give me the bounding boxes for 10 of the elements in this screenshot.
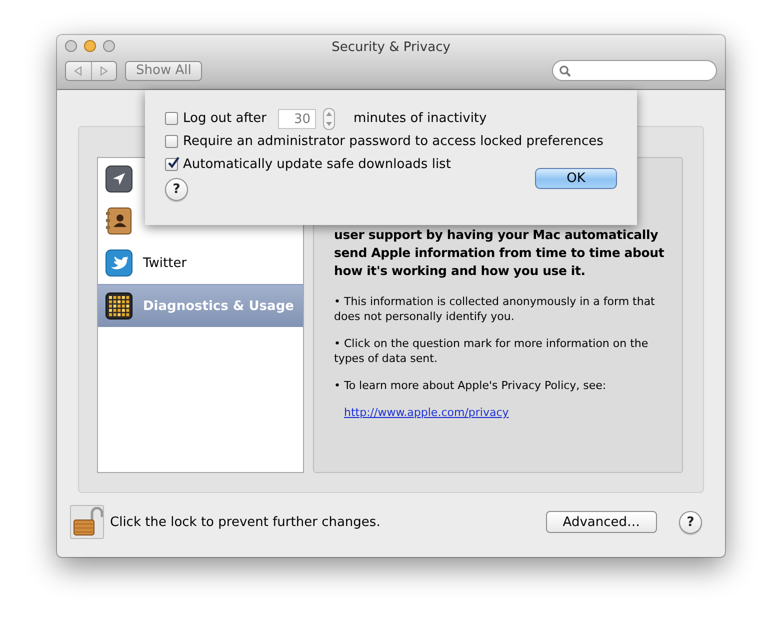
description-text: user support by having your Mac automatically send Apple information from time to time about how it's working and how you use it.: [334, 226, 666, 280]
option-label: Automatically update safe downloads list: [183, 157, 451, 172]
option-label: Require an administrator password to access locked preferences: [183, 134, 604, 149]
bullet-text: • This information is collected anonymously in a form that does not personally identify you.: [334, 294, 656, 324]
bullet-text: • To learn more about Apple's Privacy Policy, see:: [334, 378, 608, 393]
lock-text: Click the lock to prevent further changes.: [110, 514, 380, 530]
option-label: minutes of inactivity: [354, 111, 487, 126]
option-label: Log out after: [183, 111, 267, 126]
bullet-text: • Click on the question mark for more information on the types of data sent.: [334, 336, 650, 366]
window-title: Security & Privacy: [332, 40, 450, 55]
